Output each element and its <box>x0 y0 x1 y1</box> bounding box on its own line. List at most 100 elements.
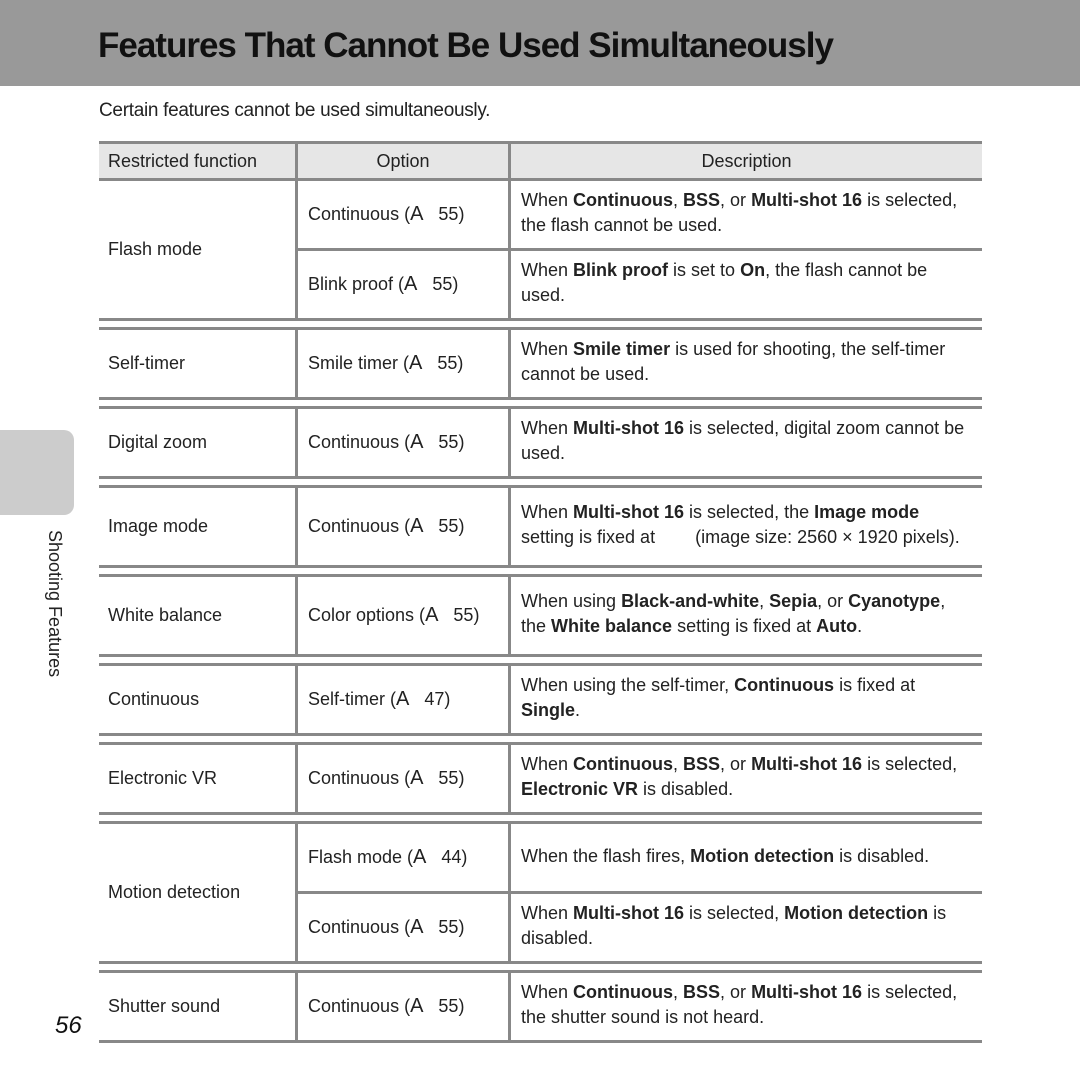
row-separator <box>99 814 982 823</box>
description-emphasis: Multi-shot 16 <box>573 903 685 923</box>
description-emphasis: Continuous <box>573 754 674 774</box>
description-emphasis: On <box>740 260 766 280</box>
description-text: When <box>521 903 574 923</box>
description-cell: When using Black-and-white, Sepia, or Cy… <box>509 574 982 657</box>
description-emphasis: Multi-shot 16 <box>751 190 863 210</box>
page-reference-icon: A <box>410 916 424 938</box>
option-cell: Smile timer (A 55) <box>295 327 511 400</box>
option-label: Color options ( <box>308 605 426 625</box>
page-reference-icon: A <box>410 515 424 537</box>
description-emphasis: Single <box>521 700 576 720</box>
description-cell: When Blink proof is set to On, the flash… <box>509 248 982 321</box>
option-label: Continuous ( <box>308 204 411 224</box>
description-text: . <box>575 700 581 720</box>
table-row: Motion detection Flash mode (A 44) When th… <box>99 821 982 964</box>
row-separator <box>99 567 982 576</box>
description-emphasis: BSS <box>683 754 721 774</box>
table-row: Image mode Continuous (A 55) When Multi-sh… <box>99 485 982 568</box>
page-reference: 44) <box>441 847 468 867</box>
page-reference-icon: A <box>409 352 423 374</box>
description-text: , <box>673 982 684 1002</box>
table-header-row: Restricted function Option Description <box>99 141 982 181</box>
row-separator <box>99 320 982 329</box>
description-emphasis: Multi-shot 16 <box>573 502 685 522</box>
page-title: Features That Cannot Be Used Simultaneou… <box>98 26 834 65</box>
option-label: Self-timer ( <box>308 689 397 709</box>
page-reference: 47) <box>424 689 451 709</box>
option-label: Continuous ( <box>308 432 411 452</box>
description-text: When <box>521 190 574 210</box>
description-cell: When using the self-timer, Continuous is… <box>509 663 982 736</box>
description-text: is disabled. <box>834 845 930 866</box>
description-text: , <box>673 754 684 774</box>
restricted-function-cell: Shutter sound <box>99 970 297 1043</box>
page-reference-icon: A <box>425 604 439 626</box>
description-text: . <box>857 616 863 636</box>
page-reference-icon: A <box>410 203 424 225</box>
row-separator <box>99 478 982 487</box>
description-cell: When Continuous, BSS, or Multi-shot 16 i… <box>509 970 982 1043</box>
option-cell: Continuous (A 55) <box>295 891 511 964</box>
description-text: When <box>521 754 574 774</box>
option-label: Continuous ( <box>308 768 411 788</box>
description-text: When <box>521 260 574 280</box>
description-text: , or <box>720 190 752 210</box>
option-cell: Flash mode (A 44) <box>295 821 511 894</box>
page-reference-icon: A <box>410 995 424 1017</box>
description-text: When using the self-timer, <box>521 675 735 695</box>
description-text: , or <box>720 754 752 774</box>
header-restricted-function: Restricted function <box>99 141 297 181</box>
table-row: Flash mode Continuous (A 55) When Continuo… <box>99 178 982 321</box>
description-emphasis: Smile timer <box>573 339 671 359</box>
restricted-function-cell: Self-timer <box>99 327 297 400</box>
description-emphasis: BSS <box>683 190 721 210</box>
description-emphasis: Black-and-white <box>621 591 760 611</box>
description-text: When <box>521 982 574 1002</box>
table-body: Flash mode Continuous (A 55) When Continuo… <box>99 178 982 1043</box>
description-cell: When Multi-shot 16 is selected, Motion d… <box>509 891 982 964</box>
page-reference-icon: A <box>404 273 418 295</box>
description-emphasis: Motion detection <box>784 903 929 923</box>
description-text: When <box>521 418 574 438</box>
restricted-function-cell: Motion detection <box>99 821 297 964</box>
restricted-function-cell: Image mode <box>99 485 297 568</box>
description-cell: When Continuous, BSS, or Multi-shot 16 i… <box>509 742 982 815</box>
page-reference: 55) <box>438 996 465 1016</box>
option-label: Smile timer ( <box>308 353 410 373</box>
description-cell: When Smile timer is used for shooting, t… <box>509 327 982 400</box>
page-reference: 55) <box>438 204 465 224</box>
table-row: Electronic VR Continuous (A 55) When Conti… <box>99 742 982 815</box>
description-emphasis: Electronic VR <box>521 779 639 799</box>
page-reference: 55) <box>438 432 465 452</box>
description-cell: When the flash fires, Motion detection i… <box>509 821 982 894</box>
description-text: is selected, <box>862 754 958 774</box>
description-cell: When Multi-shot 16 is selected, digital … <box>509 406 982 479</box>
option-cell: Continuous (A 55) <box>295 178 511 251</box>
option-cell: Blink proof (A 55) <box>295 248 511 321</box>
description-text: , or <box>817 591 849 611</box>
description-text: is fixed at <box>834 675 916 695</box>
description-text: is selected, the <box>684 502 815 522</box>
restricted-function-cell: Electronic VR <box>99 742 297 815</box>
description-text: setting is fixed at <box>672 616 817 636</box>
row-separator <box>99 656 982 665</box>
description-emphasis: Motion detection <box>690 845 835 866</box>
option-label: Continuous ( <box>308 516 411 536</box>
description-text: When <box>521 502 574 522</box>
page-reference-icon: A <box>410 767 424 789</box>
description-text: setting is fixed at (image size: 2560 × … <box>521 527 960 547</box>
intro-text: Certain features cannot be used simultan… <box>99 100 491 121</box>
option-cell: Continuous (A 55) <box>295 406 511 479</box>
row-separator <box>99 963 982 972</box>
description-emphasis: Multi-shot 16 <box>751 982 863 1002</box>
description-emphasis: Continuous <box>573 190 674 210</box>
page-reference: 55) <box>453 605 480 625</box>
description-text: , <box>673 190 684 210</box>
description-text: is set to <box>668 260 741 280</box>
description-emphasis: Cyanotype <box>848 591 941 611</box>
